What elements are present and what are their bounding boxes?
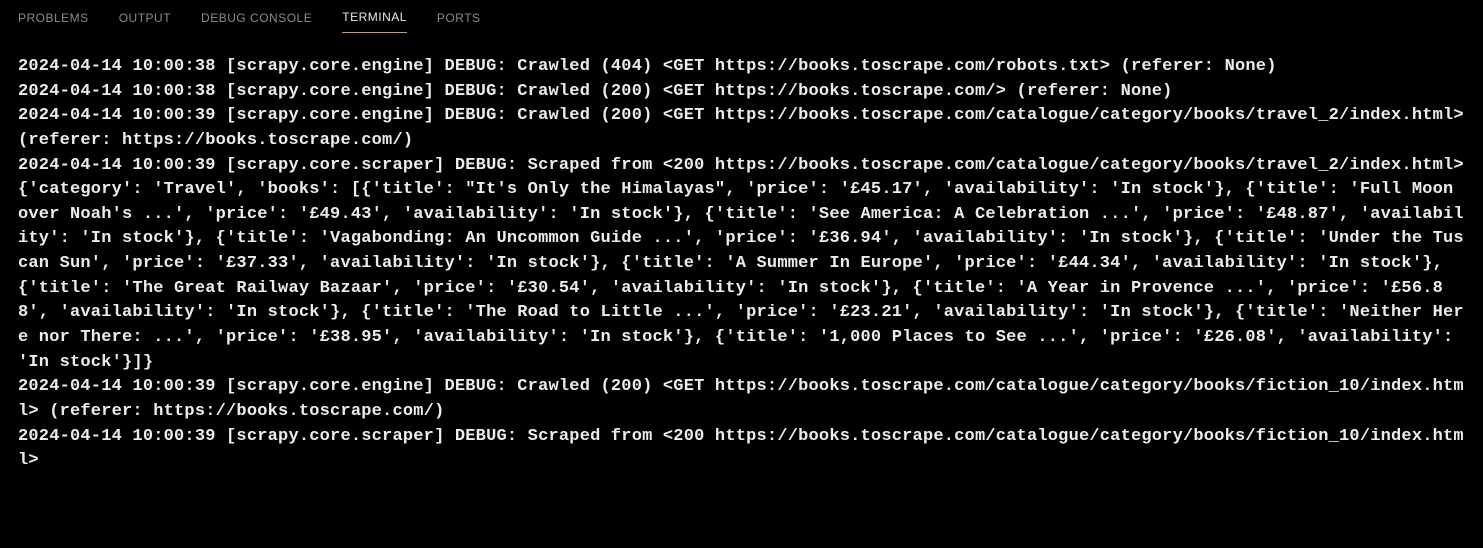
tab-output[interactable]: OUTPUT [119,3,171,33]
tab-problems[interactable]: PROBLEMS [18,3,89,33]
terminal-output[interactable]: 2024-04-14 10:00:38 [scrapy.core.engine]… [0,35,1483,474]
panel-tab-bar: PROBLEMS OUTPUT DEBUG CONSOLE TERMINAL P… [0,0,1483,35]
tab-terminal[interactable]: TERMINAL [342,2,407,33]
tab-debug-console[interactable]: DEBUG CONSOLE [201,3,312,33]
tab-ports[interactable]: PORTS [437,3,481,33]
